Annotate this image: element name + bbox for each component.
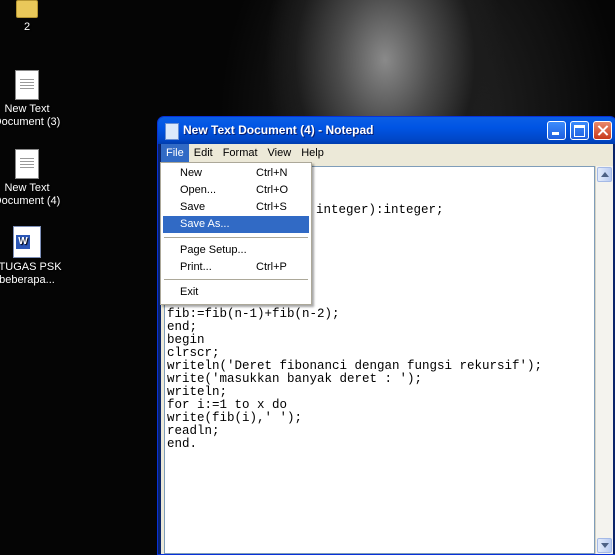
menu-item-label: Save As... — [180, 218, 230, 230]
title-bar[interactable]: New Text Document (4) - Notepad — [158, 117, 615, 144]
menu-item-label: Open... — [180, 184, 217, 196]
menu-item-shortcut: Ctrl+S — [256, 201, 287, 213]
menu-separator — [164, 279, 308, 280]
menu-separator — [164, 237, 308, 238]
desktop-icon-label: 3TUGAS PSK beberapa... — [0, 261, 62, 286]
menu-item-label: Print... — [180, 261, 212, 273]
menu-edit[interactable]: Edit — [189, 144, 218, 163]
minimize-button[interactable] — [547, 121, 566, 140]
desktop-icon-folder-2[interactable]: 2 — [0, 0, 62, 34]
desktop-icon-label: New Text Document (3) — [0, 103, 61, 128]
maximize-button[interactable] — [570, 121, 589, 140]
word-document-icon — [13, 226, 41, 258]
code-line: write('masukkan banyak deret : '); — [167, 372, 423, 386]
code-fragment: integer):integer; — [316, 203, 444, 217]
notepad-icon — [165, 123, 179, 140]
vertical-scrollbar[interactable] — [595, 166, 613, 554]
menu-item-label: Save — [180, 201, 206, 213]
code-line: write(fib(i),' '); — [167, 411, 303, 425]
menu-file[interactable]: File — [161, 144, 189, 163]
menu-item-label: New — [180, 167, 203, 179]
menu-item-label: Page Setup... — [180, 244, 247, 256]
code-line: readln; — [167, 424, 220, 438]
text-document-icon — [15, 149, 39, 179]
menu-item-print[interactable]: Print... Ctrl+P — [163, 259, 309, 276]
code-line: fib:=fib(n-1)+fib(n-2); — [167, 307, 340, 321]
menu-item-shortcut: Ctrl+N — [256, 167, 288, 179]
desktop-icon-new-text-document-3[interactable]: New Text Document (3) — [0, 70, 62, 129]
scroll-down-arrow-icon[interactable] — [597, 538, 612, 553]
menu-item-open[interactable]: Open... Ctrl+O — [163, 182, 309, 199]
desktop-icon-new-text-document-4[interactable]: New Text Document (4) — [0, 149, 62, 208]
code-line: end; — [167, 320, 198, 334]
menu-item-label: Exit — [180, 286, 199, 298]
menu-view[interactable]: View — [263, 144, 297, 163]
close-button[interactable] — [593, 121, 612, 140]
menu-item-exit[interactable]: Exit — [163, 284, 309, 301]
menu-item-shortcut: Ctrl+O — [256, 184, 289, 196]
menu-item-new[interactable]: New Ctrl+N — [163, 165, 309, 182]
menu-item-save[interactable]: Save Ctrl+S — [163, 199, 309, 216]
desktop-icon-label: 2 — [23, 21, 31, 33]
code-line: begin — [167, 333, 205, 347]
menu-format[interactable]: Format — [218, 144, 263, 163]
menu-item-shortcut: Ctrl+P — [256, 261, 287, 273]
code-line: end. — [167, 437, 198, 451]
file-menu-dropdown: New Ctrl+N Open... Ctrl+O Save Ctrl+S Sa… — [160, 162, 312, 305]
folder-icon — [16, 0, 38, 18]
menu-help[interactable]: Help — [296, 144, 329, 163]
menu-item-save-as[interactable]: Save As... — [163, 216, 309, 233]
scroll-up-arrow-icon[interactable] — [597, 167, 612, 182]
text-document-icon — [15, 70, 39, 100]
window-title: New Text Document (4) - Notepad — [183, 123, 374, 137]
desktop-icon-label: New Text Document (4) — [0, 182, 61, 207]
menu-item-page-setup[interactable]: Page Setup... — [163, 242, 309, 259]
desktop-icon-tugas-psk[interactable]: 3TUGAS PSK beberapa... — [0, 226, 62, 287]
menu-bar: File Edit Format View Help — [161, 144, 613, 163]
